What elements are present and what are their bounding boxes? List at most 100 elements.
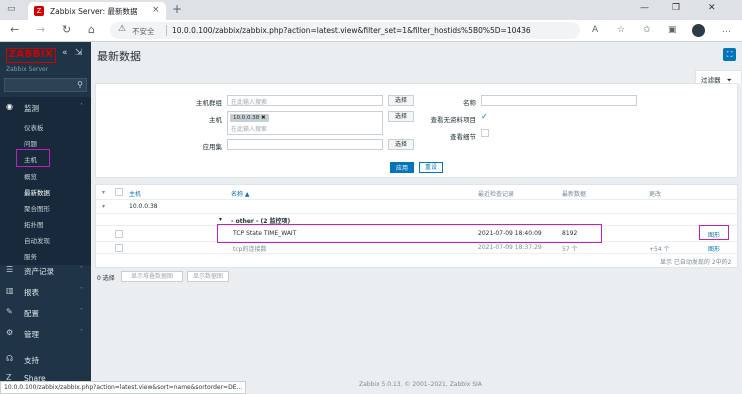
reset-button[interactable]: 重设 bbox=[419, 162, 443, 173]
item-last-check: 2021-07-09 18:37:29 bbox=[478, 244, 542, 251]
name-label: 名称 bbox=[463, 99, 476, 107]
selected-count: 0 选择 bbox=[97, 275, 115, 282]
more-menu-icon[interactable]: … bbox=[722, 25, 731, 35]
stacked-graph-button[interactable]: 显示堆叠数据图 bbox=[121, 271, 183, 282]
server-name: Zabbix Server bbox=[6, 66, 49, 73]
expand-all-icon[interactable]: ▾ bbox=[102, 189, 105, 196]
host-groups-placeholder: 在此输入搜索 bbox=[231, 99, 268, 106]
display-graph-button[interactable]: 显示数据图 bbox=[187, 271, 229, 282]
collapse-sidebar-icon[interactable]: « bbox=[62, 48, 68, 58]
forward-icon[interactable]: → bbox=[36, 23, 45, 36]
menu-reports-label: 报表 bbox=[24, 288, 39, 297]
menu-inventory[interactable]: ☰ 资产记录 ˅ bbox=[0, 260, 91, 280]
apply-button[interactable]: 应用 bbox=[390, 162, 414, 173]
browser-status-bar: 10.0.0.100/zabbix/zabbix.php?action=late… bbox=[0, 381, 246, 394]
row-checkbox[interactable] bbox=[115, 244, 123, 252]
show-details-label: 查看细节 bbox=[450, 133, 476, 141]
url-text: 10.0.0.100/zabbix/zabbix.php?action=late… bbox=[172, 26, 531, 35]
warning-icon: ⚠ bbox=[118, 24, 127, 34]
headset-icon: ☊ bbox=[6, 354, 14, 363]
favorites-list-icon[interactable]: ✩ bbox=[643, 25, 651, 35]
menu-support-label: 支持 bbox=[24, 356, 39, 365]
show-without-data-checkbox[interactable]: ✓ bbox=[481, 112, 488, 121]
hosts-label: 主机 bbox=[209, 116, 222, 124]
host-groups-input[interactable]: 在此输入搜索 bbox=[227, 95, 383, 106]
url-divider bbox=[166, 25, 167, 36]
back-icon[interactable]: ← bbox=[10, 23, 19, 36]
zabbix-favicon-icon: Z bbox=[34, 6, 44, 16]
item-name: tcp的连接数 bbox=[233, 246, 267, 253]
sidebar-item-maps[interactable]: 拓扑图 bbox=[24, 219, 44, 229]
show-without-data-label: 查看无资料项目 bbox=[430, 116, 477, 124]
search-icon[interactable]: ⚲ bbox=[77, 80, 83, 89]
chevron-down-icon: ˅ bbox=[80, 266, 83, 273]
menu-support[interactable]: ☊ 支持 bbox=[0, 349, 91, 369]
monitoring-submenu: 仪表板 问题 主机 概览 最新数据 聚合图形 拓扑图 自动发现 服务 bbox=[0, 117, 91, 265]
minimize-icon[interactable]: — bbox=[640, 3, 649, 13]
tab-title: Zabbix Server: 最新数据 bbox=[50, 7, 138, 16]
hosts-select-button[interactable]: 选择 bbox=[388, 111, 414, 122]
sidebar: ZABBIX « ⇲ Zabbix Server ⚲ ◉ 监测 ˄ 仪表板 问题… bbox=[0, 42, 91, 394]
filter-tab[interactable]: 过滤器 ⏷ bbox=[695, 70, 742, 84]
favorite-icon[interactable]: ☆ bbox=[617, 25, 625, 35]
wrench-icon: ✎ bbox=[6, 307, 13, 316]
host-group-row: ▾ 10.0.0.38 bbox=[96, 200, 737, 214]
graph-highlight-box bbox=[699, 225, 729, 240]
menu-monitoring[interactable]: ◉ 监测 ˄ bbox=[0, 97, 91, 117]
sidebar-item-hosts[interactable]: 主机 bbox=[24, 154, 37, 164]
sidebar-item-screens[interactable]: 聚合图形 bbox=[24, 203, 50, 213]
menu-administration[interactable]: ⚙ 管理 ˅ bbox=[0, 323, 91, 343]
sidebar-item-discovery[interactable]: 自动发现 bbox=[24, 235, 50, 245]
column-host[interactable]: 主机 bbox=[129, 189, 141, 198]
collapse-host-icon[interactable]: ▾ bbox=[102, 203, 105, 210]
item-change: +54 个 bbox=[649, 246, 670, 253]
chip-remove-icon[interactable]: ✖ bbox=[261, 115, 266, 121]
item-highlight-box bbox=[217, 224, 602, 243]
sidebar-search-input[interactable]: ⚲ bbox=[4, 78, 87, 92]
new-tab-button[interactable]: + bbox=[172, 2, 182, 16]
profile-avatar[interactable] bbox=[692, 24, 705, 37]
collapse-app-icon[interactable]: ▾ bbox=[219, 216, 222, 223]
sidebar-item-overview[interactable]: 概览 bbox=[24, 171, 37, 181]
menu-monitoring-label: 监测 bbox=[24, 104, 39, 113]
application-select-button[interactable]: 选择 bbox=[388, 139, 414, 150]
close-tab-icon[interactable]: × bbox=[152, 5, 160, 15]
list-icon: ☰ bbox=[6, 265, 14, 274]
browser-tab[interactable]: Z Zabbix Server: 最新数据 × bbox=[28, 2, 166, 20]
menu-configuration[interactable]: ✎ 配置 ˅ bbox=[0, 302, 91, 322]
chevron-down-icon: ˅ bbox=[80, 308, 83, 315]
column-change: 更改 bbox=[649, 191, 662, 198]
sidebar-item-dashboard[interactable]: 仪表板 bbox=[24, 122, 44, 132]
reload-icon[interactable]: ↻ bbox=[62, 23, 71, 36]
application-label: 应用集 bbox=[202, 143, 223, 151]
row-checkbox[interactable] bbox=[115, 230, 123, 238]
select-all-checkbox[interactable] bbox=[115, 188, 123, 196]
hosts-input[interactable]: 10.0.0.38 ✖ 在此输入搜索 bbox=[227, 111, 383, 135]
home-icon[interactable]: ⌂ bbox=[88, 23, 95, 36]
latest-data-table: ▾ 主机 名称 ▲ 最近检查记录 最新数据 更改 ▾ 10.0.0.38 ▾ -… bbox=[95, 184, 738, 268]
bulk-actions-bar: 0 选择 显示堆叠数据图 显示数据图 bbox=[95, 268, 738, 284]
restore-icon[interactable]: ❐ bbox=[672, 3, 680, 13]
item-last-value: 57 个 bbox=[562, 246, 578, 253]
sidebar-item-problems[interactable]: 问题 bbox=[24, 138, 37, 148]
column-last-check: 最近检查记录 bbox=[478, 191, 515, 198]
tab-actions-icon[interactable]: ▭ bbox=[7, 4, 16, 14]
application-input[interactable] bbox=[227, 139, 383, 150]
column-name[interactable]: 名称 ▲ bbox=[231, 189, 250, 198]
zabbix-logo[interactable]: ZABBIX bbox=[6, 48, 56, 63]
gear-icon: ⚙ bbox=[6, 328, 14, 337]
menu-reports[interactable]: ▥ 报表 ˅ bbox=[0, 281, 91, 301]
show-details-checkbox[interactable] bbox=[481, 129, 489, 137]
host-groups-select-button[interactable]: 选择 bbox=[388, 95, 414, 106]
kiosk-mode-button[interactable]: ⛶ bbox=[723, 48, 736, 61]
hide-sidebar-icon[interactable]: ⇲ bbox=[75, 48, 83, 58]
insecure-label: 不安全 bbox=[132, 27, 155, 36]
name-input[interactable] bbox=[481, 95, 637, 106]
collections-icon[interactable]: ▣ bbox=[668, 25, 677, 35]
chevron-down-icon: ˅ bbox=[80, 287, 83, 294]
sidebar-item-latest-data[interactable]: 最新数据 bbox=[24, 187, 50, 197]
url-field[interactable]: ⚠ 不安全 10.0.0.100/zabbix/zabbix.php?actio… bbox=[110, 22, 580, 39]
read-aloud-icon[interactable]: A bbox=[592, 25, 598, 35]
close-window-icon[interactable]: ✕ bbox=[708, 3, 716, 13]
item-graph-link[interactable]: 图形 bbox=[708, 244, 720, 253]
